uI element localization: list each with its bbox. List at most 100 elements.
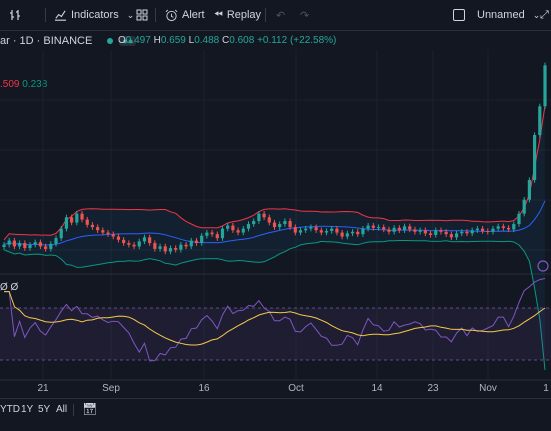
x-tick: Nov xyxy=(479,383,497,394)
candle xyxy=(439,230,443,232)
candle xyxy=(54,238,58,244)
candle xyxy=(413,229,417,232)
candle xyxy=(158,246,162,249)
candle xyxy=(376,227,381,229)
range-1y-button[interactable]: 1Y xyxy=(21,404,33,415)
candle xyxy=(101,230,105,233)
candle xyxy=(319,230,323,233)
candle xyxy=(12,240,17,247)
candle xyxy=(231,225,235,231)
candle xyxy=(116,236,121,240)
candle xyxy=(527,180,531,200)
candle xyxy=(122,239,126,244)
candle xyxy=(418,230,422,232)
candle xyxy=(33,242,37,245)
candle xyxy=(111,234,115,237)
candle xyxy=(304,228,308,231)
candle xyxy=(356,231,360,235)
candle xyxy=(106,232,110,235)
candle xyxy=(340,232,344,237)
candle xyxy=(283,221,287,225)
candle xyxy=(298,230,303,233)
candle xyxy=(200,235,204,244)
candle xyxy=(252,221,256,225)
candle xyxy=(38,242,43,247)
x-tick: 1 xyxy=(543,383,549,394)
candle xyxy=(361,228,365,235)
range-5y-button[interactable]: 5Y xyxy=(38,404,50,415)
candle xyxy=(428,233,433,235)
candle xyxy=(205,232,209,236)
candle xyxy=(7,240,11,245)
candle xyxy=(366,225,370,229)
candle xyxy=(288,221,292,228)
candle xyxy=(522,199,526,214)
candle xyxy=(350,231,355,234)
candle xyxy=(168,248,173,252)
candle xyxy=(397,227,401,231)
candle xyxy=(392,227,396,232)
candle xyxy=(44,246,48,249)
candle xyxy=(517,213,521,225)
candle xyxy=(444,231,448,235)
candle xyxy=(241,228,245,233)
candle xyxy=(387,229,391,232)
candle xyxy=(454,233,459,238)
range-ytd-button[interactable]: YTD xyxy=(0,404,20,415)
candle xyxy=(184,244,188,247)
candle xyxy=(470,230,474,234)
candle xyxy=(18,243,22,247)
candle xyxy=(70,217,74,223)
x-tick: 21 xyxy=(37,383,49,394)
x-tick: 14 xyxy=(371,383,383,394)
candle xyxy=(408,226,412,230)
candle xyxy=(449,234,453,238)
candle xyxy=(314,227,318,231)
candle xyxy=(220,228,225,239)
candle xyxy=(434,230,438,235)
candle xyxy=(491,228,495,232)
candle xyxy=(28,244,32,249)
candle xyxy=(96,227,100,231)
candle xyxy=(532,135,537,181)
rsi-legend[interactable]: Ø Ø xyxy=(0,282,18,293)
candle xyxy=(371,225,375,228)
x-tick: Sep xyxy=(102,383,120,394)
bottom-toolbar: YTD 1Y 5Y All 📅︎ xyxy=(0,398,551,421)
candle xyxy=(309,227,313,229)
calendar-icon[interactable]: 📅︎ xyxy=(82,402,97,416)
candle xyxy=(2,244,6,247)
candle xyxy=(330,228,334,231)
candle xyxy=(189,240,193,247)
candle xyxy=(480,228,485,231)
candle xyxy=(543,65,547,107)
candle xyxy=(324,230,329,233)
candle xyxy=(423,230,427,234)
candle xyxy=(153,243,157,249)
candle xyxy=(278,224,282,228)
candle xyxy=(236,230,240,233)
price-chart[interactable] xyxy=(0,0,551,431)
candle xyxy=(75,213,79,223)
candle xyxy=(460,231,464,234)
candle xyxy=(137,241,141,247)
candle xyxy=(475,228,479,231)
time-axis: 21 Sep 16 Oct 14 23 Nov 1 xyxy=(0,383,551,397)
candle xyxy=(80,213,84,220)
candle xyxy=(148,237,152,244)
candle xyxy=(142,237,147,242)
candle xyxy=(345,233,349,237)
candle xyxy=(486,230,490,232)
x-tick: Oct xyxy=(288,383,304,394)
candle xyxy=(501,226,505,228)
candle xyxy=(132,244,136,247)
candle xyxy=(465,231,469,234)
candle xyxy=(163,246,167,252)
bottom-divider xyxy=(73,404,74,416)
candle xyxy=(335,228,339,233)
candle xyxy=(246,224,251,229)
range-all-button[interactable]: All xyxy=(56,404,67,415)
candle xyxy=(506,227,511,230)
candle xyxy=(210,232,214,235)
candle xyxy=(59,228,63,239)
